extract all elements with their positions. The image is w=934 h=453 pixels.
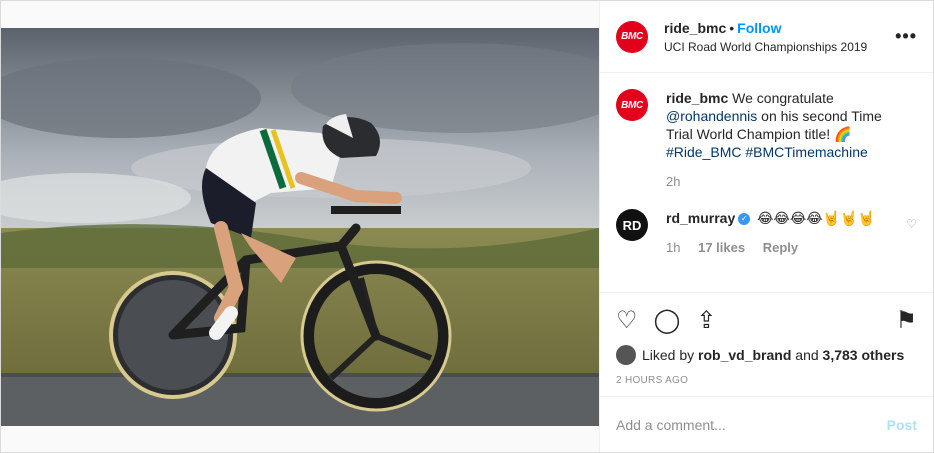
caption-text-1: We congratulate [732,90,834,106]
comment-likes[interactable]: 17 likes [698,240,745,255]
follow-button[interactable]: Follow [737,20,781,36]
share-icon[interactable]: ⇪ [696,309,716,333]
more-options-icon[interactable]: ••• [895,26,917,47]
comment-input[interactable] [616,416,887,433]
cyclist-photo [1,28,599,426]
comment-text: 😂😂😂😂🤘🤘🤘 [757,210,875,226]
comment-like-heart-icon[interactable]: ♡ [906,217,917,231]
header-text: ride_bmc • Follow UCI Road World Champions… [664,20,895,54]
likes-others-link[interactable]: 3,783 others [823,347,905,363]
commenter-username[interactable]: rd_murray [666,210,735,226]
verified-badge-icon: ✓ [738,213,751,226]
post-dialog: BMC ride_bmc • Follow UCI Road World Champ… [0,0,934,453]
location-link[interactable]: UCI Road World Championships 2019 [664,40,895,54]
author-avatar[interactable]: BMC [616,20,648,53]
comments-section: BMC ride_bmc We congratulate @rohandenni… [600,73,933,294]
likes-summary: Liked by rob_vd_brand and 3,783 others [616,345,917,365]
liker-avatar[interactable] [616,345,636,365]
save-bookmark-icon[interactable]: ⚑ [895,309,917,333]
action-bar: ♡ ◯ ⇪ ⚑ Liked by rob_vd_brand and 3,783 … [600,292,933,386]
post-comment-button[interactable]: Post [887,417,917,433]
caption-meta: 2h [666,173,894,191]
action-icons: ♡ ◯ ⇪ ⚑ [616,305,917,337]
caption-body: ride_bmc We congratulate @rohandennis on… [666,89,894,191]
comment-item: RD rd_murray ✓ 😂😂😂😂🤘🤘🤘 1h 17 likes Reply [616,209,917,257]
caption-author[interactable]: ride_bmc [666,90,728,106]
post-image[interactable] [1,1,599,452]
comment-age[interactable]: 1h [666,240,680,255]
liker-username[interactable]: rob_vd_brand [698,347,791,363]
hashtag-link-ride-bmc[interactable]: #Ride_BMC [666,144,741,160]
caption-age[interactable]: 2h [666,174,680,189]
add-comment-bar: Post [600,396,933,452]
caption: BMC ride_bmc We congratulate @rohandenni… [616,89,917,191]
comment-body: rd_murray ✓ 😂😂😂😂🤘🤘🤘 1h 17 likes Reply [666,209,894,257]
likes-prefix: Liked by [642,347,695,363]
mention-link[interactable]: @rohandennis [666,108,757,124]
hashtag-link-bmctimemachine[interactable]: #BMCTimemachine [745,144,867,160]
author-username[interactable]: ride_bmc [664,20,726,36]
like-heart-icon[interactable]: ♡ [616,309,638,333]
caption-author-avatar[interactable]: BMC [616,89,648,121]
separator-dot: • [729,19,735,36]
post-header: BMC ride_bmc • Follow UCI Road World Champ… [600,1,933,73]
post-timestamp[interactable]: 2 HOURS AGO [616,375,917,386]
post-sidebar: BMC ride_bmc • Follow UCI Road World Champ… [599,1,933,452]
comment-meta: 1h 17 likes Reply [666,239,894,257]
likes-and: and [795,347,819,363]
header-line: ride_bmc • Follow [664,20,895,36]
reply-button[interactable]: Reply [763,240,798,255]
commenter-avatar[interactable]: RD [616,209,648,241]
comment-bubble-icon[interactable]: ◯ [654,309,681,333]
